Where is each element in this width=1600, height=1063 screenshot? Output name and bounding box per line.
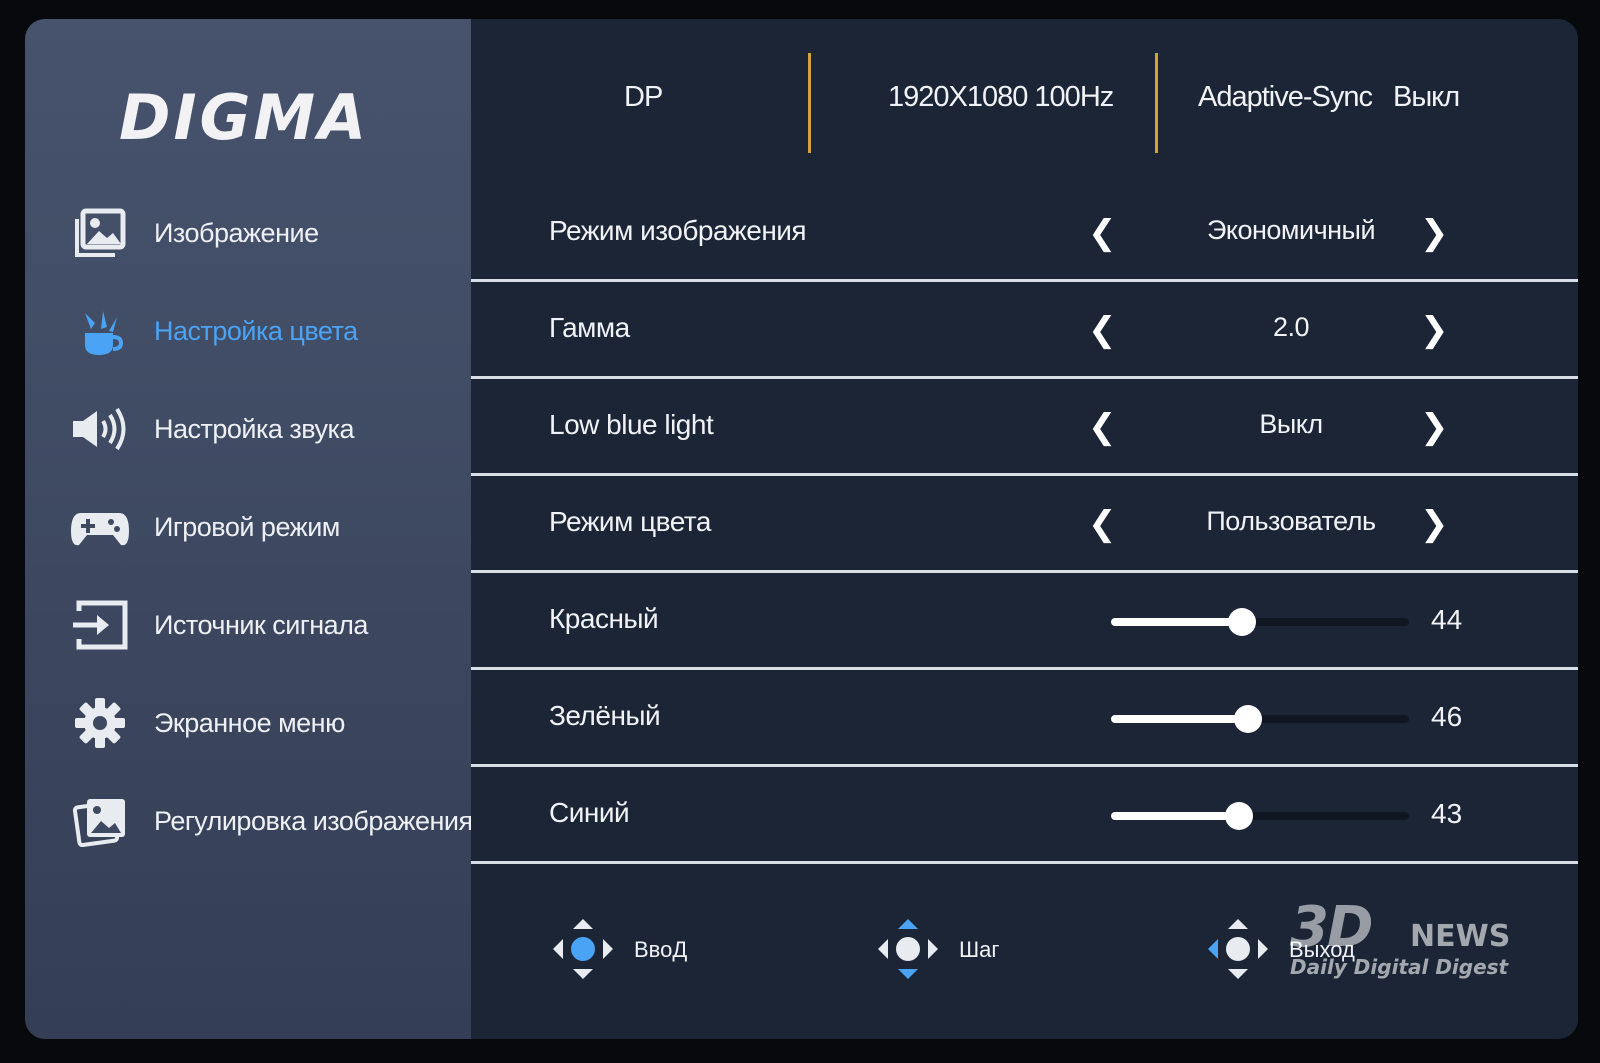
- red-slider[interactable]: [1111, 608, 1409, 636]
- setting-label: Режим изображения: [549, 215, 807, 246]
- arrow-left-icon[interactable]: ❮: [1088, 504, 1117, 544]
- setting-row-red[interactable]: Красный 44: [471, 574, 1578, 669]
- sidebar-item-label: Изображение: [154, 217, 319, 248]
- setting-label: Красный: [549, 603, 659, 634]
- row-divider: [471, 473, 1578, 476]
- slider-value: 44: [1431, 604, 1463, 635]
- slider-fill: [1111, 618, 1243, 626]
- joystick-exit-icon: [1208, 919, 1268, 979]
- hint-label: ВвоД: [634, 937, 688, 962]
- status-separator: [808, 53, 811, 153]
- setting-label: Гамма: [549, 312, 630, 343]
- arrow-left-icon[interactable]: ❮: [1088, 310, 1117, 350]
- row-divider: [471, 667, 1578, 670]
- brand-logo: DIGMA: [119, 81, 370, 154]
- gear-icon: [75, 698, 125, 748]
- slider-value: 43: [1431, 798, 1463, 829]
- blue-slider[interactable]: [1111, 802, 1409, 830]
- setting-row-picture-mode[interactable]: Режим изображения ❮ Экономичный ❯: [471, 186, 1578, 281]
- setting-row-color-mode[interactable]: Режим цвета ❮ Пользователь ❯: [471, 477, 1578, 572]
- adaptive-sync-value: Выкл: [1393, 81, 1460, 113]
- setting-label: Режим цвета: [549, 506, 711, 537]
- arrow-right-icon[interactable]: ❯: [1420, 407, 1449, 447]
- settings-panel: DP 1920X1080 100Hz Adaptive-Sync Выкл Ре…: [471, 19, 1578, 1039]
- row-divider: [471, 279, 1578, 282]
- arrow-left-icon[interactable]: ❮: [1088, 213, 1117, 253]
- slider-value: 46: [1431, 701, 1463, 732]
- sidebar-item-image[interactable]: Изображение: [25, 203, 471, 263]
- row-divider: [471, 764, 1578, 767]
- adaptive-sync-label: Adaptive-Sync: [1198, 81, 1373, 113]
- sidebar: DIGMA Изображение Настройка цвета Настро…: [25, 19, 473, 1039]
- hint-label: Шаг: [959, 937, 1000, 962]
- row-divider: [471, 570, 1578, 573]
- sidebar-item-label: Настройка звука: [154, 413, 354, 444]
- sidebar-item-osd[interactable]: Экранное меню: [25, 693, 471, 753]
- setting-value: Пользователь: [1206, 506, 1376, 536]
- sidebar-item-label: Экранное меню: [154, 707, 345, 738]
- setting-label: Синий: [549, 797, 630, 828]
- setting-value: Выкл: [1259, 409, 1323, 439]
- sidebar-item-game[interactable]: Игровой режим: [25, 497, 471, 557]
- input-source-icon: [73, 600, 128, 650]
- setting-row-low-blue-light[interactable]: Low blue light ❮ Выкл ❯: [471, 380, 1578, 475]
- watermark-news: NEWS: [1410, 919, 1511, 954]
- color-palette-icon: [85, 311, 124, 355]
- sidebar-item-image-adjust[interactable]: Регулировка изображения: [25, 791, 473, 851]
- slider-handle[interactable]: [1228, 608, 1257, 636]
- joystick-step-icon: [878, 919, 938, 979]
- arrow-right-icon[interactable]: ❯: [1420, 213, 1449, 253]
- watermark-logo: 3D NEWS Daily Digital Digest: [1290, 895, 1535, 985]
- setting-row-blue[interactable]: Синий 43: [471, 768, 1578, 863]
- sidebar-item-label: Регулировка изображения: [154, 805, 473, 836]
- green-slider[interactable]: [1111, 705, 1409, 733]
- status-separator: [1155, 53, 1158, 153]
- setting-row-gamma[interactable]: Гамма ❮ 2.0 ❯: [471, 283, 1578, 378]
- sidebar-item-label: Настройка цвета: [154, 315, 358, 346]
- joystick-enter-icon: [553, 919, 613, 979]
- input-source-status: DP: [624, 81, 663, 113]
- osd-window: DIGMA Изображение Настройка цвета Настро…: [25, 19, 1578, 1039]
- sidebar-item-color[interactable]: Настройка цвета: [25, 301, 471, 361]
- image-adjust-icon: [72, 799, 125, 847]
- sidebar-item-label: Игровой режим: [154, 511, 340, 542]
- watermark-tagline: Daily Digital Digest: [1290, 955, 1509, 979]
- setting-row-green[interactable]: Зелёный 46: [471, 671, 1578, 766]
- slider-fill: [1111, 812, 1240, 820]
- arrow-right-icon[interactable]: ❯: [1420, 504, 1449, 544]
- row-divider: [471, 376, 1578, 379]
- image-icon: [75, 208, 126, 257]
- slider-fill: [1111, 715, 1249, 723]
- setting-label: Low blue light: [549, 409, 714, 440]
- slider-handle[interactable]: [1225, 802, 1254, 830]
- watermark-main: 3D: [1290, 895, 1373, 960]
- setting-label: Зелёный: [549, 700, 661, 731]
- row-divider: [471, 861, 1578, 864]
- speaker-icon: [73, 407, 126, 451]
- sidebar-item-label: Источник сигнала: [154, 609, 368, 640]
- setting-value: Экономичный: [1206, 215, 1376, 245]
- arrow-right-icon[interactable]: ❯: [1420, 310, 1449, 350]
- arrow-left-icon[interactable]: ❮: [1088, 407, 1117, 447]
- slider-handle[interactable]: [1234, 705, 1263, 733]
- sidebar-item-source[interactable]: Источник сигнала: [25, 595, 471, 655]
- gamepad-icon: [71, 513, 129, 546]
- resolution-status: 1920X1080 100Hz: [888, 81, 1114, 113]
- sidebar-item-sound[interactable]: Настройка звука: [25, 399, 471, 459]
- setting-value: 2.0: [1272, 312, 1310, 342]
